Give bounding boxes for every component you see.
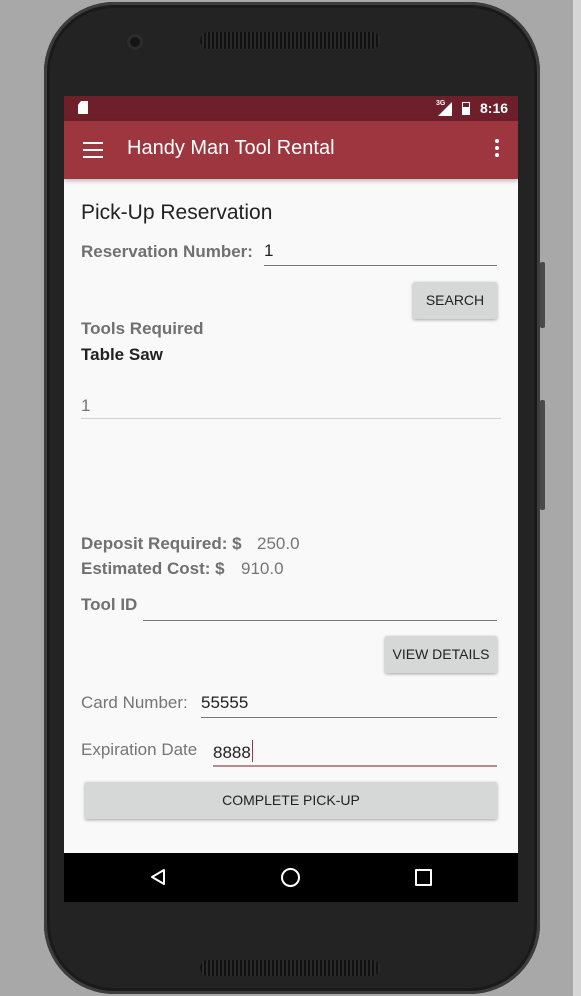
background-edge [573,0,581,996]
navigation-bar [64,853,518,902]
card-number-label: Card Number: [81,693,188,712]
status-clock: 8:16 [480,100,509,116]
estimated-cost-value: 910.0 [241,559,284,578]
tool-name: Table Saw [81,345,163,364]
expiration-date-value: 8888 [213,743,251,762]
search-button[interactable]: SEARCH [413,282,497,319]
app-toolbar: Handy Man Tool Rental [64,121,518,179]
view-details-button[interactable]: VIEW DETAILS [385,636,497,673]
tool-id-label: Tool ID [81,595,138,614]
front-camera [127,34,143,50]
card-number-underline [201,717,497,718]
tools-required-label: Tools Required [81,319,204,338]
expiration-date-input[interactable]: 8888 [213,740,253,763]
reservation-number-label: Reservation Number: [81,242,253,261]
quantity-underline [81,418,501,419]
tool-id-underline [143,620,497,621]
tool-id-input[interactable] [143,595,497,617]
nav-back-icon[interactable] [149,868,167,886]
phone-screen: 3G 8:16 Handy Man Tool Rental Pick-Up Re… [64,96,518,902]
reservation-number-underline [264,265,497,266]
top-speaker [200,32,380,49]
estimated-cost-label: Estimated Cost: $ [81,559,225,578]
network-type-label: 3G [436,100,446,107]
reservation-number-input[interactable]: 1 [264,241,273,261]
expiration-date-underline [213,765,497,767]
app-title: Handy Man Tool Rental [127,137,335,159]
battery-icon [462,102,470,115]
power-button [540,400,545,510]
more-vert-icon[interactable] [487,139,507,161]
text-cursor [251,740,253,762]
status-bar: 3G 8:16 [64,96,518,121]
card-number-input[interactable]: 55555 [201,693,248,713]
deposit-required-label: Deposit Required: $ [81,534,242,553]
nav-recents-icon[interactable] [415,869,432,886]
bottom-speaker [200,960,380,976]
nav-home-icon[interactable] [281,868,300,887]
page-title: Pick-Up Reservation [81,201,273,224]
quantity-input[interactable]: 1 [81,396,90,416]
expiration-date-label: Expiration Date [81,740,198,759]
sd-card-icon [78,101,88,114]
volume-button [540,262,545,328]
deposit-required-value: 250.0 [257,534,300,553]
hamburger-menu-icon[interactable] [83,142,103,158]
complete-pickup-button[interactable]: COMPLETE PICK-UP [85,782,497,819]
